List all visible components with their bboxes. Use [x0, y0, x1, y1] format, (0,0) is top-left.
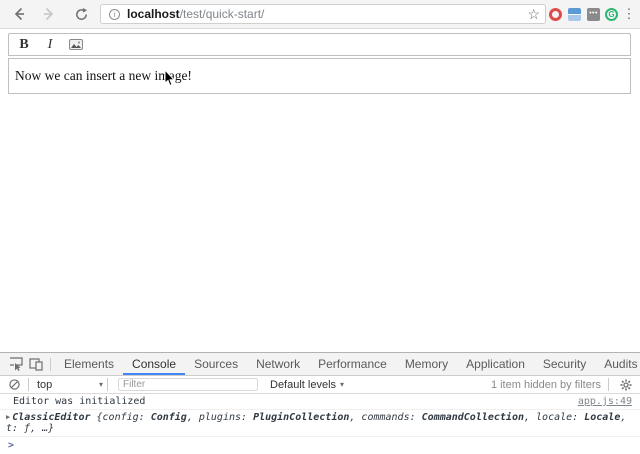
execution-context-select[interactable]: top ▾	[37, 379, 103, 391]
devtools-tab-security[interactable]: Security	[534, 353, 595, 375]
hidden-items-info: 1 item hidden by filters	[491, 379, 601, 391]
levels-label: Default levels	[270, 379, 336, 391]
red-extension-icon[interactable]	[549, 8, 562, 21]
browser-menu-icon[interactable]: ⋮	[621, 5, 637, 23]
tabbar-separator	[50, 358, 51, 371]
bold-button[interactable]: B	[13, 35, 35, 54]
inspect-element-button[interactable]	[6, 354, 26, 374]
console-message-text: Editor was initialized	[13, 396, 145, 407]
prompt-chevron-icon: >	[8, 440, 14, 451]
green-extension-icon[interactable]: G	[605, 8, 618, 21]
browser-toolbar: i localhost/test/quick-start/ ☆ ••• G ⋮	[0, 0, 640, 29]
preview-part: PluginCollection	[253, 412, 349, 423]
devtools-tab-sources[interactable]: Sources	[185, 353, 247, 375]
gray-extension-icon[interactable]: •••	[587, 8, 600, 21]
preview-part: {config:	[97, 412, 151, 423]
devtools-tabbar: ElementsConsoleSourcesNetworkPerformance…	[0, 353, 640, 376]
device-toolbar-button[interactable]	[26, 354, 46, 374]
preview-part: , commands:	[349, 412, 421, 423]
devtools-tabs: ElementsConsoleSourcesNetworkPerformance…	[55, 353, 640, 375]
device-toolbar-icon	[29, 357, 43, 371]
inspect-cursor-icon	[9, 357, 23, 371]
editor-toolbar: B I	[8, 33, 631, 56]
devtools-tab-performance[interactable]: Performance	[309, 353, 396, 375]
image-icon	[69, 39, 83, 50]
preview-part: , plugins:	[187, 412, 253, 423]
devtools-tab-application[interactable]: Application	[457, 353, 534, 375]
chevron-down-icon: ▾	[340, 380, 344, 389]
console-toolbar-separator	[107, 378, 108, 391]
reload-icon	[74, 7, 89, 22]
context-value: top	[37, 379, 52, 391]
italic-button[interactable]: I	[39, 35, 61, 54]
editor-paragraph[interactable]: Now we can insert a new image!	[9, 59, 630, 84]
console-messages: Editor was initialized app.js:49 ▶Classi…	[0, 394, 640, 453]
console-toolbar-separator	[28, 378, 29, 391]
editor-content[interactable]: Now we can insert a new image!	[8, 58, 631, 94]
console-object-preview[interactable]: ClassicEditor {config: Config, plugins: …	[6, 412, 626, 434]
object-row-content: ▶ClassicEditor {config: Config, plugins:…	[6, 412, 632, 434]
devtools-tab-console[interactable]: Console	[123, 353, 185, 375]
insert-image-button[interactable]	[65, 35, 87, 54]
url-path: /test/quick-start/	[180, 7, 265, 21]
devtools-tab-memory[interactable]: Memory	[396, 353, 457, 375]
devtools-tab-network[interactable]: Network	[247, 353, 309, 375]
console-filter-input[interactable]	[118, 378, 258, 391]
console-message: ▶ClassicEditor {config: Config, plugins:…	[0, 410, 640, 437]
blue-extension-icon[interactable]	[568, 8, 581, 21]
devtools-tab-elements[interactable]: Elements	[55, 353, 123, 375]
clear-console-button[interactable]	[4, 375, 24, 395]
url-host: localhost	[127, 7, 180, 21]
back-icon	[11, 6, 27, 22]
devtools-panel: ElementsConsoleSourcesNetworkPerformance…	[0, 352, 640, 454]
console-toolbar: top ▾ Default levels ▾ 1 item hidden by …	[0, 376, 640, 394]
devtools-tab-audits[interactable]: Audits	[595, 353, 640, 375]
preview-part: Config	[151, 412, 187, 423]
forward-button[interactable]	[38, 3, 60, 25]
expand-triangle-icon[interactable]: ▶	[6, 413, 10, 421]
preview-part: ClassicEditor	[12, 412, 96, 423]
console-toolbar-separator	[608, 378, 609, 391]
log-levels-select[interactable]: Default levels ▾	[270, 379, 344, 391]
chevron-down-icon: ▾	[99, 380, 103, 389]
address-bar[interactable]: i localhost/test/quick-start/ ☆	[100, 4, 546, 24]
reload-button[interactable]	[70, 3, 92, 25]
source-location-link[interactable]: app.js:49	[578, 396, 632, 407]
console-settings-button[interactable]	[616, 375, 636, 395]
bookmark-star-icon[interactable]: ☆	[527, 6, 540, 23]
gear-icon	[620, 379, 632, 391]
mouse-cursor-icon	[164, 70, 176, 92]
page-info-icon[interactable]: i	[109, 9, 120, 20]
preview-part: CommandCollection	[422, 412, 524, 423]
console-prompt-row[interactable]: >	[0, 437, 640, 453]
console-message: Editor was initialized app.js:49	[0, 394, 640, 410]
url-text: localhost/test/quick-start/	[127, 7, 264, 21]
preview-part: Locale	[584, 412, 620, 423]
preview-part: , locale:	[524, 412, 584, 423]
back-button[interactable]	[8, 3, 30, 25]
clear-console-icon	[9, 379, 20, 390]
forward-icon	[41, 6, 57, 22]
